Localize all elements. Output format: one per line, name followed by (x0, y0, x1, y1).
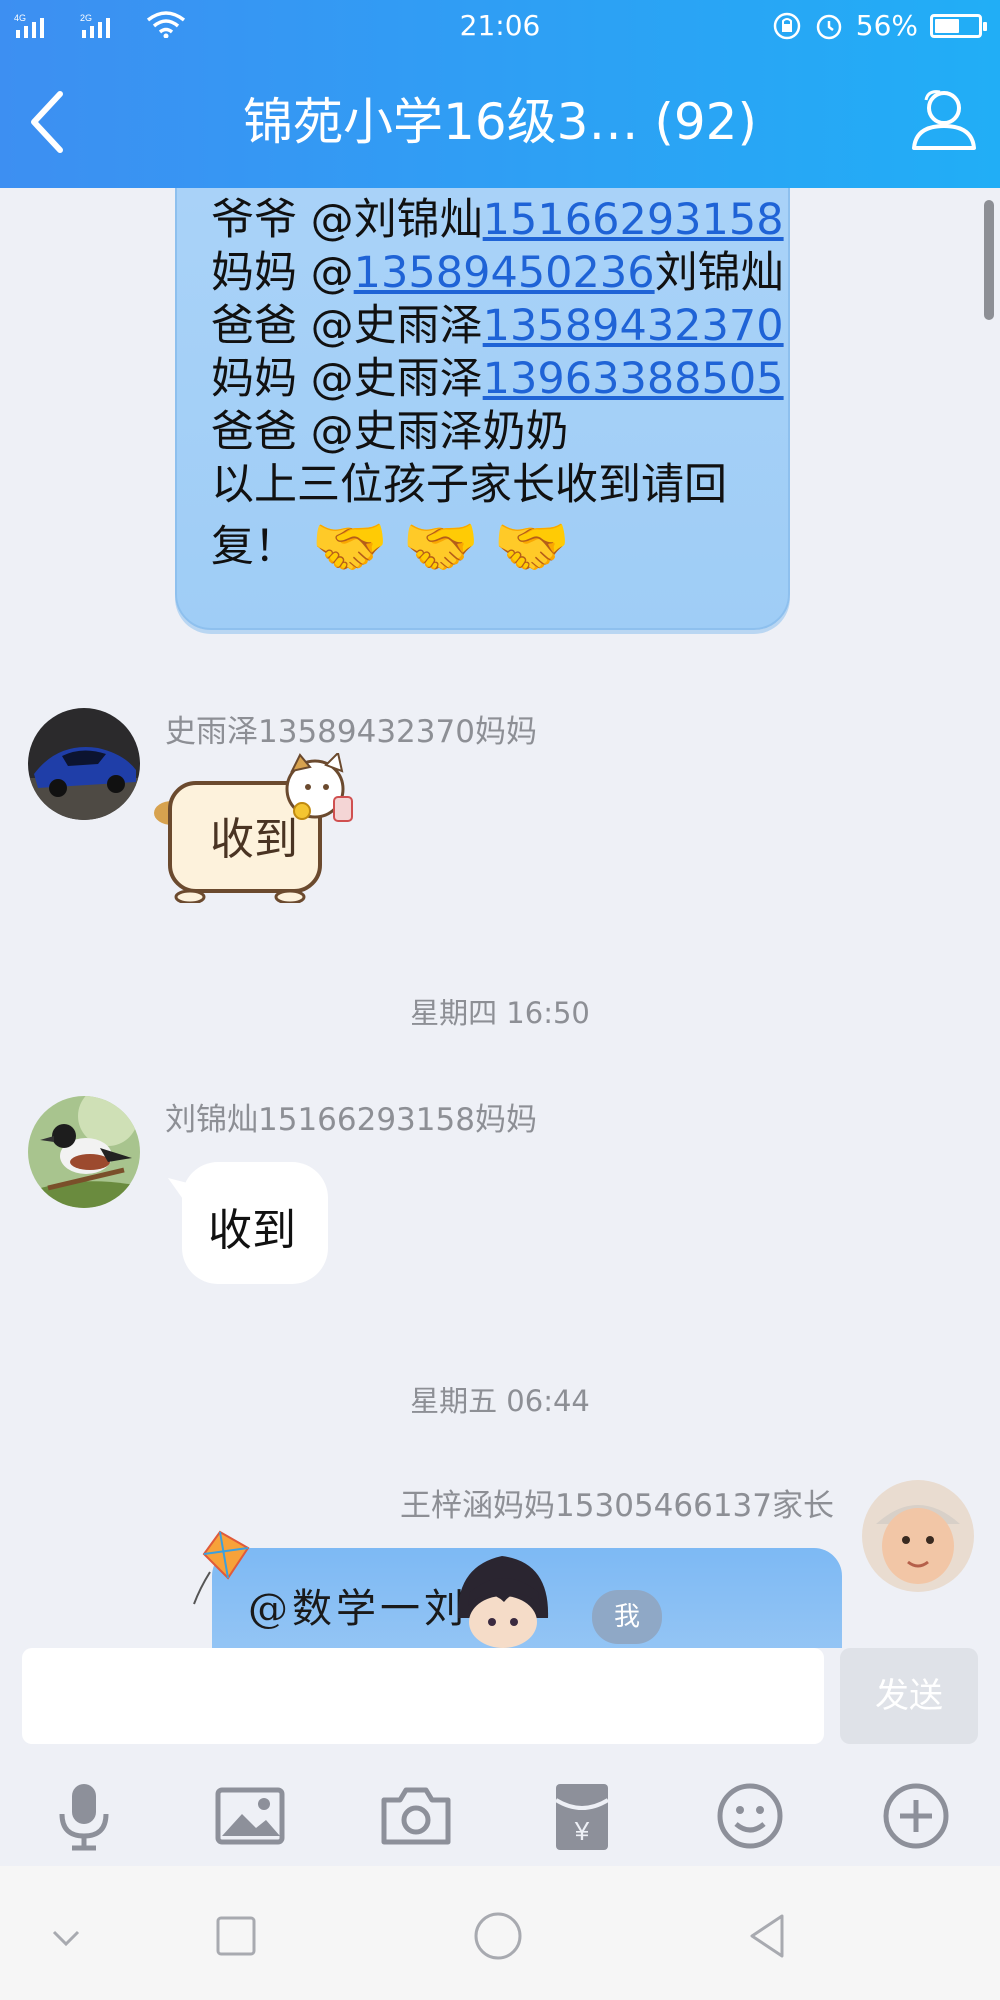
handshake-icon: 🤝 (311, 510, 389, 583)
message-line-text: 妈妈 @史雨泽 (211, 354, 483, 404)
self-badge: 我 (592, 1590, 662, 1644)
message-line-text: 妈妈 @ (211, 248, 354, 298)
system-nav-bar (0, 1866, 1000, 2000)
camera-icon[interactable] (376, 1776, 456, 1856)
rotation-lock-icon (773, 12, 801, 39)
message-line-text: 刘锦灿 (654, 248, 784, 298)
microphone-icon[interactable] (44, 1776, 124, 1856)
message-input[interactable] (22, 1648, 824, 1744)
chevron-down-icon[interactable] (36, 1906, 96, 1966)
message-bubble[interactable]: 收到 (182, 1162, 328, 1284)
message-line: 妈妈 @史雨泽13963388505 (211, 353, 784, 406)
message-line: 爸爸 @史雨泽奶奶 (211, 406, 784, 459)
baby-avatar-icon (862, 1480, 974, 1592)
status-right: 56% (772, 9, 987, 42)
battery-percent: 56% (855, 9, 918, 42)
toolbar: ¥ (0, 1768, 1000, 1858)
chat-area[interactable]: 爷爷 @刘锦灿15166293158 妈妈 @13589450236刘锦灿 爸爸 @… (0, 188, 1000, 1648)
timestamp: 星期五 06:44 (410, 1384, 590, 1418)
plus-icon[interactable] (876, 1776, 956, 1856)
reply-text: 复！ (211, 522, 297, 572)
input-area: 发送 ¥ (0, 1648, 1000, 1866)
header: 4G 2G 21:06 56% 锦苑小学16级3… (92) (0, 0, 1000, 188)
triangle-back-icon[interactable] (738, 1906, 798, 1966)
alarm-icon (816, 14, 842, 39)
message-line-text: 爸爸 @史雨泽 (211, 301, 483, 351)
phone-link[interactable]: 13589450236 (354, 248, 655, 298)
circle-icon[interactable] (468, 1906, 528, 1966)
sender-name: 史雨泽13589432370妈妈 (165, 714, 537, 750)
square-icon[interactable] (206, 1906, 266, 1966)
message-line: 以上三位孩子家长收到请回 (211, 459, 784, 512)
anime-character-icon (457, 1556, 549, 1648)
message-line-text: 爸爸 @史雨泽奶奶 (211, 407, 569, 457)
scrollbar[interactable] (984, 200, 994, 320)
message-line-text: 以上三位孩子家长收到请回 (211, 460, 727, 510)
car-avatar-icon (28, 708, 140, 820)
chevron-left-icon[interactable] (20, 82, 80, 162)
message-text: 爷爷 @刘锦灿15166293158 妈妈 @13589450236刘锦灿 爸爸 @… (211, 194, 784, 512)
page-title: 锦苑小学16级3… (92) (243, 93, 757, 151)
avatar[interactable] (28, 708, 140, 820)
sender-name: 王梓涵妈妈15305466137家长 (400, 1488, 834, 1524)
phone-link[interactable]: 13589432370 (483, 301, 784, 351)
handshake-icon: 🤝 (493, 510, 571, 583)
navbar: 锦苑小学16级3… (92) (0, 52, 1000, 188)
phone-link[interactable]: 15166293158 (483, 195, 784, 245)
message-last-line: 复！ 🤝 🤝 🤝 (211, 512, 571, 582)
message-text: 收到 (208, 1205, 296, 1256)
message-line: 妈妈 @13589450236刘锦灿 (211, 247, 784, 300)
message-bubble[interactable]: 爷爷 @刘锦灿15166293158 妈妈 @13589450236刘锦灿 爸爸 @… (175, 188, 790, 630)
image-icon[interactable] (210, 1776, 290, 1856)
sticker-message[interactable]: 收到 (150, 751, 362, 905)
status-bar: 4G 2G 21:06 56% (0, 0, 1000, 52)
battery-level (935, 18, 959, 33)
message-line-text: 爷爷 @刘锦灿 (211, 195, 483, 245)
phone-link[interactable]: 13963388505 (483, 354, 784, 404)
send-button[interactable]: 发送 (840, 1648, 978, 1744)
red-packet-icon[interactable]: ¥ (542, 1776, 622, 1856)
sender-name: 刘锦灿15166293158妈妈 (165, 1102, 537, 1138)
battery-icon (930, 13, 987, 38)
avatar[interactable] (862, 1480, 974, 1592)
bird-avatar-icon (28, 1096, 140, 1208)
message-line: 爸爸 @史雨泽13589432370 (211, 300, 784, 353)
svg-text:¥: ¥ (574, 1816, 590, 1846)
message-text: @数学一刘 (248, 1586, 468, 1632)
handshake-icon: 🤝 (402, 510, 480, 583)
message-line: 爷爷 @刘锦灿15166293158 (211, 194, 784, 247)
avatar[interactable] (28, 1096, 140, 1208)
emoji-icon[interactable] (710, 1776, 790, 1856)
kite-icon (193, 1530, 250, 1605)
timestamp: 星期四 16:50 (410, 996, 590, 1030)
person-icon[interactable] (904, 82, 980, 162)
sticker-text: 收到 (210, 814, 298, 865)
